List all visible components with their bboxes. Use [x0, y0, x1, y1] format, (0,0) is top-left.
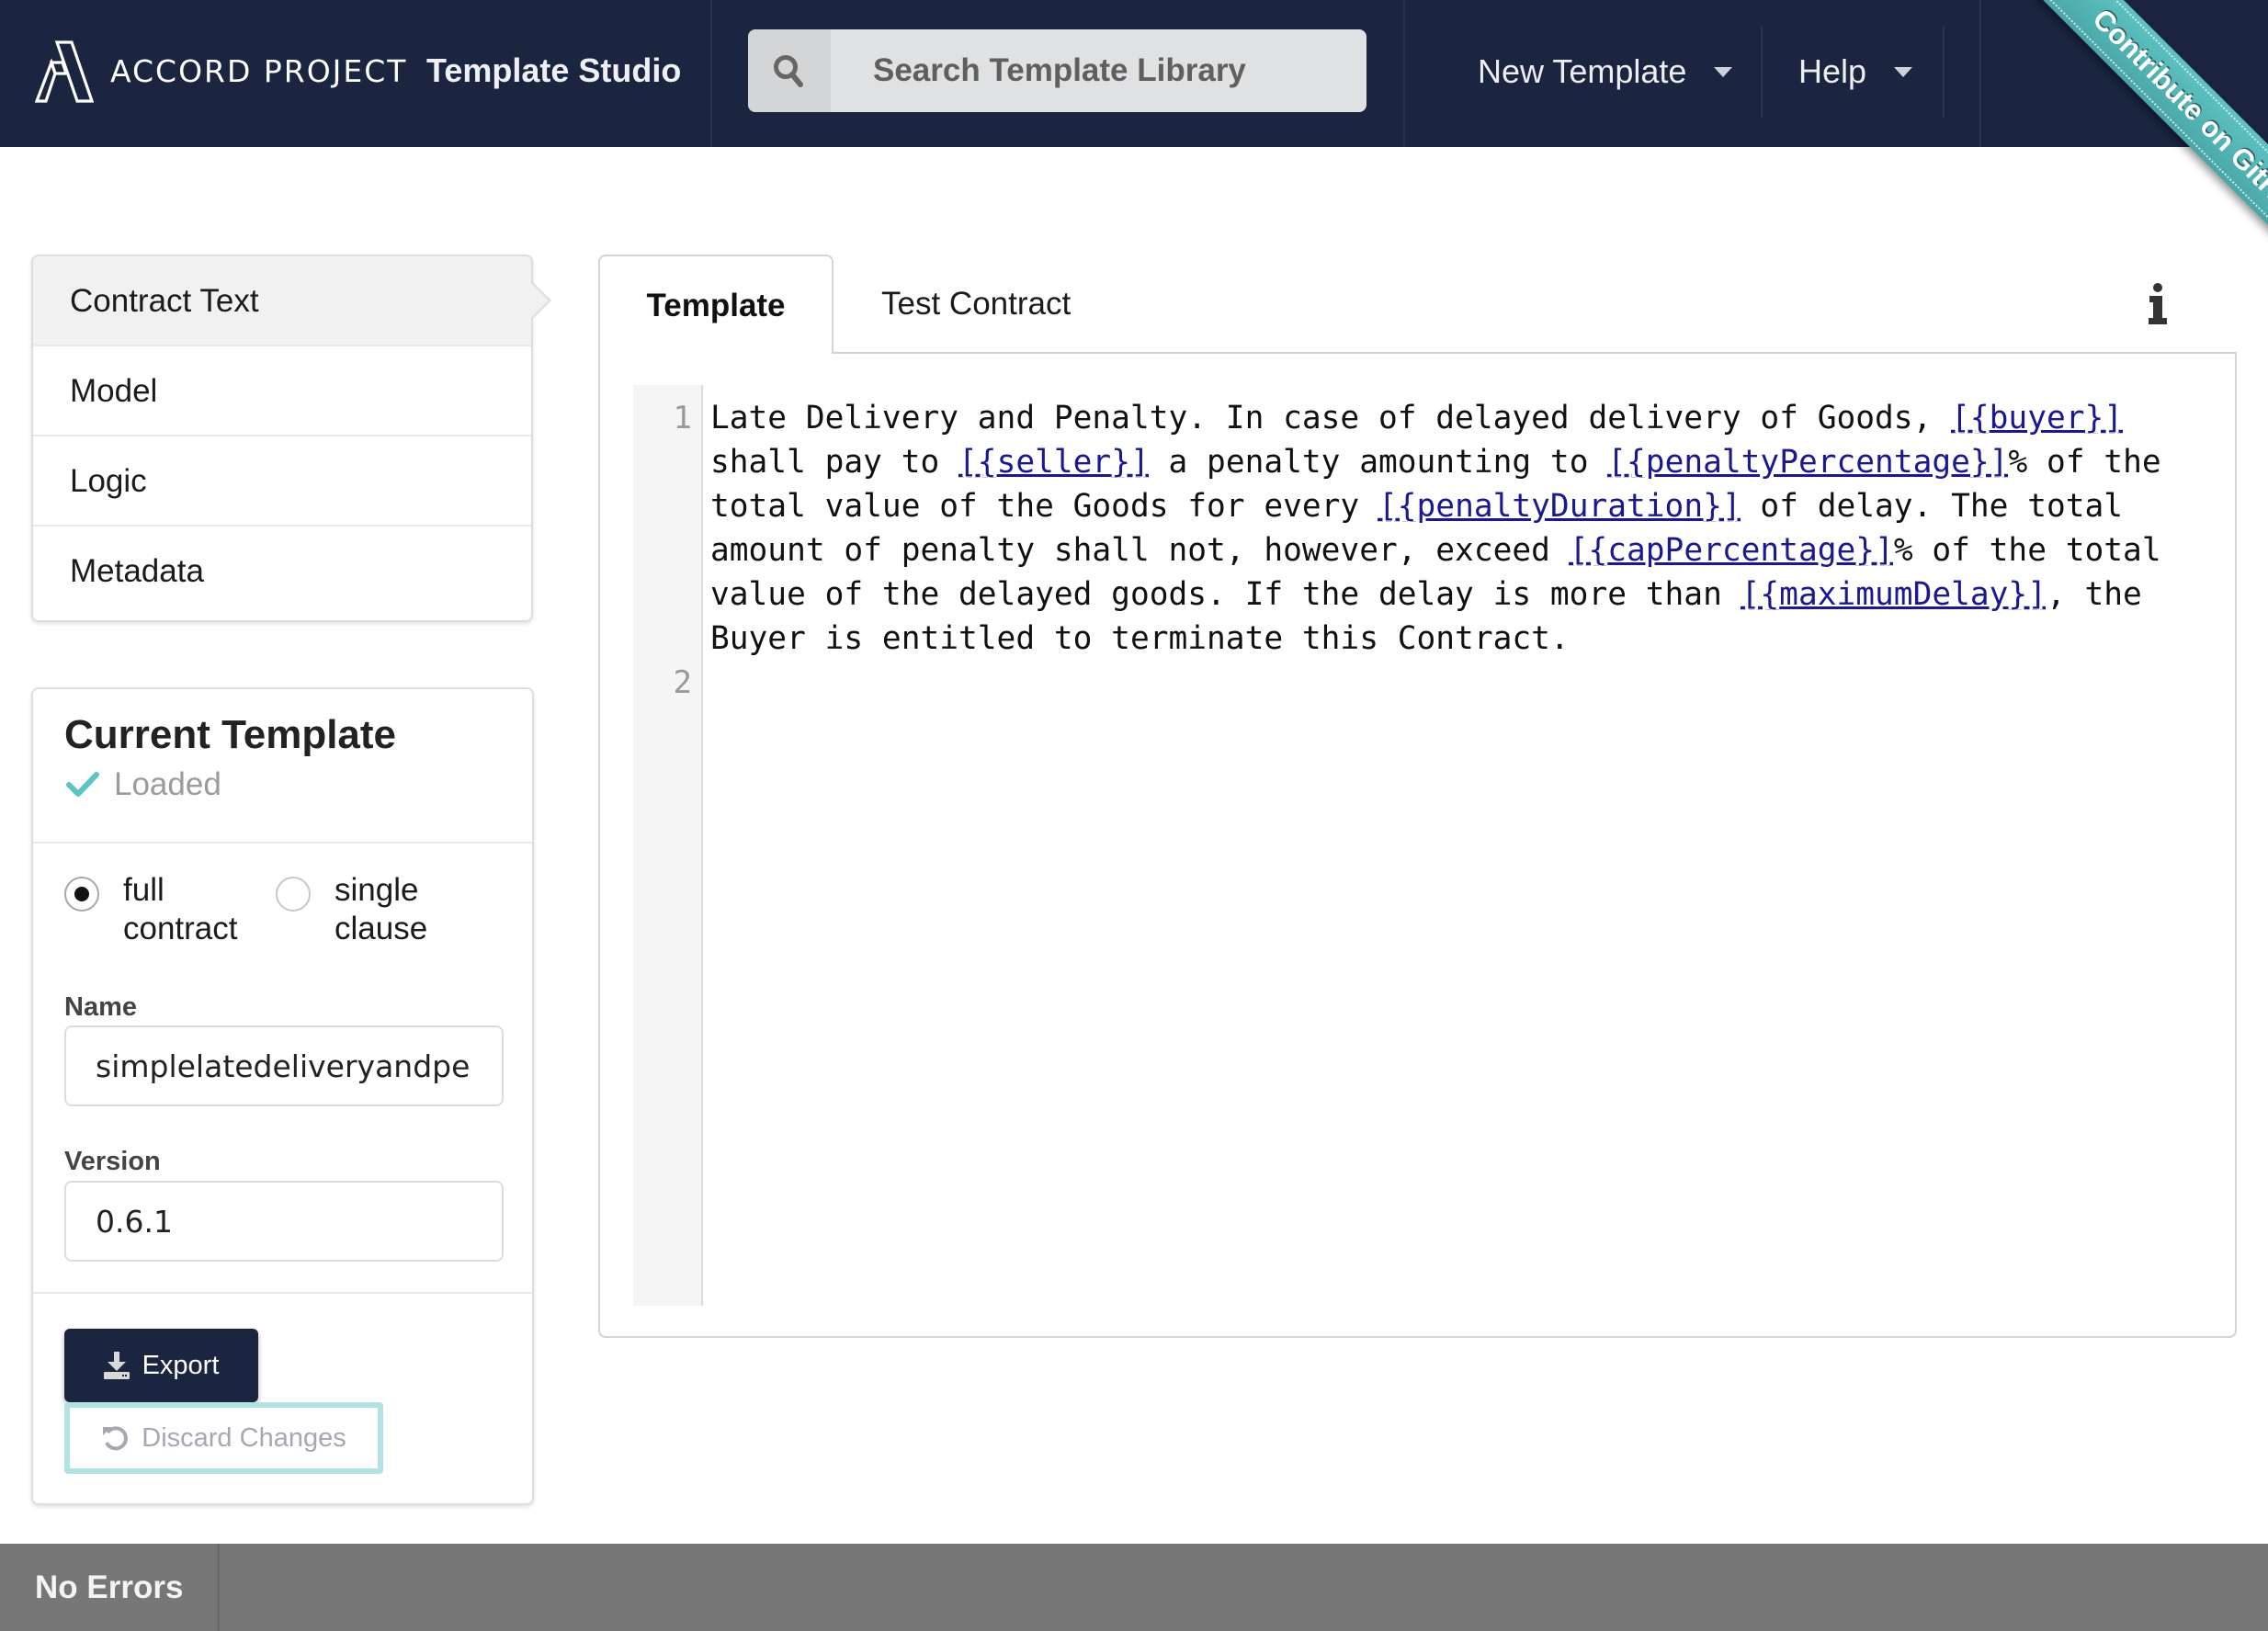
version-input[interactable] — [64, 1181, 504, 1262]
variable-close-marker: }] — [1111, 444, 1150, 481]
variable-name: penaltyPercentage — [1645, 444, 1970, 481]
active-pointer-arrow — [515, 282, 551, 319]
template-variable-seller[interactable]: [{seller}] — [958, 444, 1150, 481]
template-variable-penaltyPercentage[interactable]: [{penaltyPercentage}] — [1607, 444, 2008, 481]
help-menu[interactable]: Help — [1798, 46, 1913, 97]
search-icon-container — [748, 29, 831, 112]
export-button[interactable]: Export — [64, 1329, 258, 1402]
contribute-on-github-ribbon[interactable]: Contribute on GitHub — [2036, 0, 2268, 280]
header-divider — [1761, 26, 1763, 118]
variable-open-marker: [{ — [1741, 576, 1780, 613]
template-editor-panel: 1 2 Late Delivery and Penalty. In case o… — [598, 352, 2237, 1338]
variable-name: capPercentage — [1607, 532, 1856, 569]
current-template-card: Current Template Loaded full contract si… — [31, 687, 534, 1505]
download-icon — [103, 1352, 130, 1379]
radio-full-contract[interactable]: full contract — [64, 871, 276, 948]
nav-item-model[interactable]: Model — [33, 346, 531, 436]
variable-open-marker: [{ — [1378, 488, 1417, 525]
status-divider — [217, 1544, 220, 1631]
divider — [33, 1292, 532, 1294]
info-icon[interactable] — [2144, 283, 2172, 325]
nav-item-label: Model — [70, 373, 158, 409]
template-variable-buyer[interactable]: [{buyer}] — [1951, 400, 2123, 436]
variable-close-marker: }] — [1969, 444, 2009, 481]
discard-changes-button[interactable]: Discard Changes — [64, 1402, 383, 1474]
export-label: Export — [142, 1350, 220, 1380]
header-divider — [1403, 0, 1405, 147]
caret-down-icon — [1714, 66, 1733, 77]
nav-item-label: Metadata — [70, 553, 204, 589]
top-navbar: ACCORD PROJECT Template Studio New Templ… — [0, 0, 2268, 147]
nav-item-label: Logic — [70, 463, 147, 499]
header-divider — [710, 0, 712, 147]
status-text: Loaded — [114, 766, 221, 802]
nav-item-label: Contract Text — [70, 283, 259, 319]
variable-open-marker: [{ — [1569, 532, 1608, 569]
new-template-menu[interactable]: New Template — [1478, 46, 1733, 97]
name-input[interactable] — [64, 1025, 504, 1106]
variable-name: penaltyDuration — [1416, 488, 1704, 525]
help-label: Help — [1798, 52, 1867, 90]
tab-test-contract[interactable]: Test Contract — [881, 255, 1071, 354]
current-template-title: Current Template — [64, 712, 397, 757]
file-nav-menu: Contract Text Model Logic Metadata — [31, 255, 551, 622]
template-variable-penaltyDuration[interactable]: [{penaltyDuration}] — [1378, 488, 1741, 525]
search-input[interactable] — [831, 29, 1366, 112]
github-ribbon-container: Contribute on GitHub — [1937, 0, 2268, 331]
variable-close-marker: }] — [2084, 400, 2124, 436]
code-editor[interactable]: 1 2 Late Delivery and Penalty. In case o… — [633, 385, 2214, 1306]
variable-close-marker: }] — [1855, 532, 1894, 569]
nav-item-contract-text[interactable]: Contract Text — [33, 256, 551, 346]
template-variable-maximumDelay[interactable]: [{maximumDelay}] — [1741, 576, 2047, 613]
brand-name[interactable]: ACCORD PROJECT — [110, 53, 407, 90]
search-icon — [774, 55, 803, 87]
radio-single-clause[interactable]: single clause — [276, 871, 487, 948]
check-icon — [66, 772, 99, 797]
radio-label: single clause — [335, 872, 428, 946]
variable-close-marker: }] — [1703, 488, 1741, 525]
nav-item-logic[interactable]: Logic — [33, 436, 531, 527]
caret-down-icon — [1894, 66, 1913, 77]
app-title[interactable]: Template Studio — [426, 50, 681, 92]
new-template-label: New Template — [1478, 52, 1687, 90]
template-variable-capPercentage[interactable]: [{capPercentage}] — [1570, 532, 1894, 569]
radio-button[interactable] — [276, 877, 311, 912]
divider — [33, 842, 532, 844]
radio-button[interactable] — [64, 877, 99, 912]
error-status[interactable]: No Errors — [35, 1544, 183, 1631]
nav-item-metadata[interactable]: Metadata — [33, 527, 531, 617]
status-bar: No Errors — [0, 1544, 2268, 1631]
line-number: 1 — [673, 400, 692, 436]
template-status: Loaded — [66, 765, 221, 805]
template-text[interactable]: Late Delivery and Penalty. In case of de… — [710, 396, 2208, 661]
tab-template[interactable]: Template — [598, 255, 833, 354]
line-number-gutter: 1 2 — [633, 385, 703, 1306]
undo-icon — [103, 1426, 129, 1451]
variable-name: buyer — [1989, 400, 2085, 436]
variable-close-marker: }] — [2008, 576, 2047, 613]
variable-name: maximumDelay — [1779, 576, 2009, 613]
line-number: 2 — [673, 664, 692, 701]
search-box[interactable] — [748, 29, 1366, 112]
radio-label: full contract — [123, 872, 238, 946]
accord-project-logo-icon[interactable] — [35, 40, 94, 103]
template-mode-radio-group: full contract single clause — [64, 871, 487, 948]
name-label: Name — [64, 992, 137, 1022]
variable-name: seller — [996, 444, 1112, 481]
variable-open-marker: [{ — [1951, 400, 1990, 436]
variable-open-marker: [{ — [958, 444, 997, 481]
version-label: Version — [64, 1147, 161, 1176]
discard-label: Discard Changes — [142, 1422, 346, 1453]
variable-open-marker: [{ — [1607, 444, 1646, 481]
